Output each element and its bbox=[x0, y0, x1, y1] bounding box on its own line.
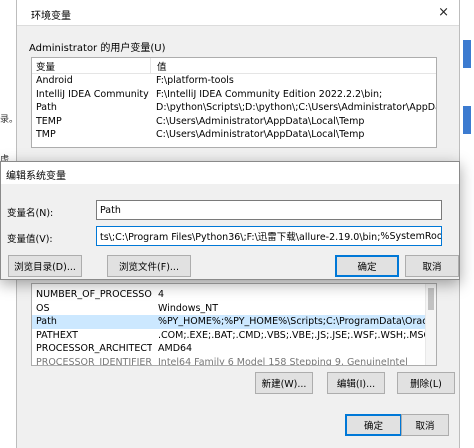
variable-value: Intel64 Family 6 Model 158 Stepping 9, G… bbox=[158, 356, 408, 366]
edit-system-variable-dialog: 编辑系统变量 变量名(N): Path 变量值(V): ts\;C:\Progr… bbox=[0, 161, 460, 280]
variable-name: PROCESSOR_IDENTIFIER bbox=[36, 356, 152, 366]
column-header-variable[interactable]: 变量 bbox=[32, 58, 150, 73]
close-icon[interactable]: × bbox=[438, 5, 449, 20]
table-row[interactable]: PROCESSOR_IDENTIFIER Intel64 Family 6 Mo… bbox=[32, 356, 436, 366]
edit-variable-button[interactable]: 编辑(I)... bbox=[327, 372, 385, 394]
table-row[interactable]: PROCESSOR_ARCHITECTURE AMD64 bbox=[32, 342, 436, 356]
delete-variable-button[interactable]: 删除(L) bbox=[397, 372, 455, 394]
variable-value: AMD64 bbox=[158, 343, 193, 355]
variable-value: F:\IntelliJ IDEA Community Edition 2022.… bbox=[156, 88, 383, 100]
variable-name: PATHEXT bbox=[36, 329, 78, 341]
variable-value: F:\platform-tools bbox=[156, 75, 234, 87]
variable-name: TEMP bbox=[36, 115, 62, 127]
variable-value: Windows_NT bbox=[158, 302, 219, 314]
new-variable-button[interactable]: 新建(W)... bbox=[255, 372, 313, 394]
variable-value: D:\python\Scripts\;D:\python\;C:\Users\A… bbox=[156, 102, 436, 114]
cancel-button[interactable]: 取消 bbox=[401, 414, 449, 436]
variable-name: NUMBER_OF_PROCESSORS bbox=[36, 289, 152, 301]
variable-value: 4 bbox=[158, 289, 165, 301]
table-row[interactable]: NUMBER_OF_PROCESSORS 4 bbox=[32, 288, 436, 302]
variable-name: IntelliJ IDEA Community Ed... bbox=[36, 88, 150, 100]
dialog-title-bar: 编辑系统变量 bbox=[1, 162, 459, 184]
variable-value-text-before: ts\;C:\Program Files\Python36\;F:\迅雷下载\a… bbox=[100, 232, 381, 243]
variable-name: PROCESSOR_ARCHITECTURE bbox=[36, 343, 152, 355]
variable-value: C:\Users\Administrator\AppData\Local\Tem… bbox=[156, 129, 365, 141]
window-title: 环境变量 bbox=[31, 11, 71, 22]
variable-name: TMP bbox=[36, 129, 56, 141]
variable-name: Path bbox=[36, 316, 57, 328]
table-row[interactable]: PATHEXT .COM;.EXE;.BAT;.CMD;.VBS;.VBE;.J… bbox=[32, 329, 436, 343]
table-row[interactable]: Android F:\platform-tools bbox=[32, 74, 436, 88]
table-row-selected[interactable]: Path %PY_HOME%;%PY_HOME%\Scripts;C:\Prog… bbox=[32, 315, 436, 329]
variable-value: %PY_HOME%;%PY_HOME%\Scripts;C:\ProgramDa… bbox=[158, 316, 436, 328]
vertical-scrollbar[interactable] bbox=[425, 284, 436, 365]
table-row[interactable]: TEMP C:\Users\Administrator\AppData\Loca… bbox=[32, 115, 436, 129]
window-title-bar: 环境变量 × bbox=[17, 0, 459, 26]
user-variables-label: Administrator 的用户变量(U) bbox=[29, 43, 166, 54]
variable-value: C:\Users\Administrator\AppData\Local\Tem… bbox=[156, 115, 365, 127]
table-row[interactable]: TMP C:\Users\Administrator\AppData\Local… bbox=[32, 128, 436, 142]
table-row[interactable]: Path D:\python\Scripts\;D:\python\;C:\Us… bbox=[32, 101, 436, 115]
variable-value-label: 变量值(V): bbox=[7, 234, 53, 245]
dialog-cancel-button[interactable]: 取消 bbox=[405, 255, 459, 277]
variable-value: .COM;.EXE;.BAT;.CMD;.VBS;.VBE;.JS;.JSE;.… bbox=[158, 329, 431, 341]
table-row[interactable]: IntelliJ IDEA Community Ed... F:\Intelli… bbox=[32, 88, 436, 102]
background-scrollbar bbox=[463, 40, 471, 68]
dialog-ok-button[interactable]: 确定 bbox=[335, 255, 399, 277]
browse-file-button[interactable]: 浏览文件(F)... bbox=[107, 255, 191, 277]
background-scrollbar bbox=[463, 106, 471, 134]
variable-name-value: Path bbox=[100, 204, 121, 216]
ok-button[interactable]: 确定 bbox=[345, 414, 402, 436]
table-row[interactable]: OS Windows_NT bbox=[32, 302, 436, 316]
browse-directory-button[interactable]: 浏览目录(D)... bbox=[8, 255, 82, 277]
variable-value-field[interactable]: ts\;C:\Program Files\Python36\;F:\迅雷下载\a… bbox=[96, 226, 442, 246]
variable-name: OS bbox=[36, 302, 50, 314]
variable-name: Android bbox=[36, 75, 73, 87]
variable-name: Path bbox=[36, 102, 57, 114]
variable-value-text-after: %SystemRoot%\system32;%S bbox=[380, 230, 441, 242]
scrollbar-thumb[interactable] bbox=[428, 288, 434, 310]
list-header: 变量 值 bbox=[32, 58, 436, 74]
variable-name-label: 变量名(N): bbox=[7, 208, 54, 219]
background-right-edge bbox=[460, 0, 474, 448]
system-variables-list[interactable]: NUMBER_OF_PROCESSORS 4 OS Windows_NT Pat… bbox=[31, 283, 437, 366]
variable-name-field[interactable]: Path bbox=[96, 200, 442, 220]
user-variables-list[interactable]: 变量 值 Android F:\platform-tools IntelliJ … bbox=[31, 57, 437, 148]
column-header-value[interactable]: 值 bbox=[150, 58, 436, 73]
dialog-title: 编辑系统变量 bbox=[6, 171, 66, 182]
